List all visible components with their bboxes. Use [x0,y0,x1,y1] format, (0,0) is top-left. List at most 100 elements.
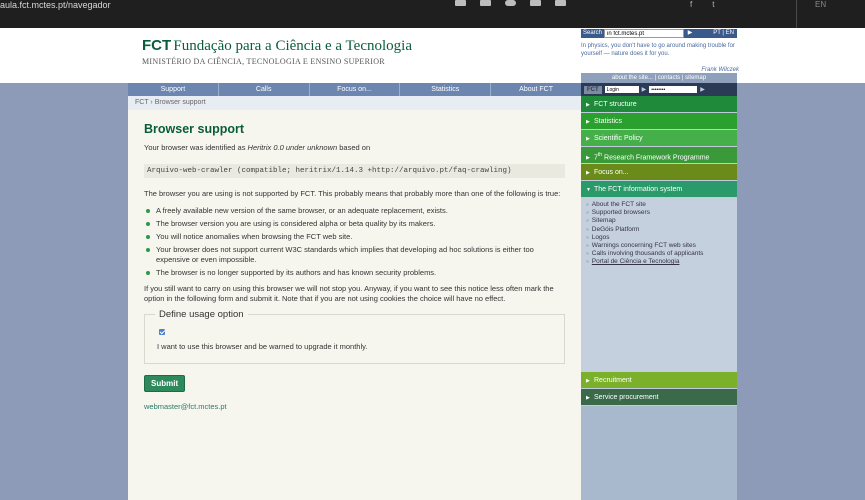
circle-icon[interactable] [505,0,516,6]
page-title: Browser support [144,122,245,136]
sidebar-item-focus-on[interactable]: ▶ Focus on... [581,164,737,181]
unsupported-text: The browser you are using is not support… [144,189,561,198]
submenu-item[interactable]: » Supported browsers [586,209,737,217]
nav-statistics[interactable]: Statistics [400,83,492,96]
carry-on-text: If you still want to carry on using this… [144,284,554,303]
nav-calls[interactable]: Calls [219,83,310,96]
bullet-icon [146,222,150,226]
usage-checkbox[interactable] [159,329,165,335]
bullet-icon: » [586,226,589,233]
submenu-item[interactable]: » Calls involving thousands of applicants [586,250,737,258]
sidebar-toplinks[interactable]: about the site... | contacts | sitemap [581,73,737,83]
sidebar-item-label: FCT structure [594,101,637,108]
bullet-icon: » [586,202,589,208]
sidebar-item-statistics[interactable]: ▶ Statistics [581,113,737,130]
address-bar[interactable]: aula.fct.mctes.pt/navegador [0,0,111,10]
social-icons: f t [690,0,714,9]
nav-focus-on[interactable]: Focus on... [310,83,401,96]
sidebar-item-recruitment[interactable]: ▶ Recruitment [581,372,737,389]
toolbar-divider [796,0,797,28]
logo-name: Fundação para a Ciência e a Tecnologia [173,38,412,54]
breadcrumb[interactable]: FCT › Browser support [128,96,581,110]
sidebar-item-information-system[interactable]: ▼ The FCT information system [581,181,737,198]
webmaster-email-link[interactable]: webmaster@fct.mctes.pt [144,402,565,411]
list-item: Your browser does not support current W3… [144,245,565,265]
bullet-icon [146,271,150,275]
logo-ministry: MINISTÉRIO DA CIÊNCIA, TECNOLOGIA E ENSI… [142,57,385,66]
login-brand: FCT [584,85,602,94]
submenu-label: Supported browsers [591,209,650,217]
triangle-right-icon: ▶ [586,102,590,108]
sidebar-item-label: The FCT information system [594,186,683,193]
twitter-icon[interactable]: t [712,0,714,9]
nav-about-fct[interactable]: About FCT [491,83,581,96]
bookmark-icon[interactable] [555,0,566,6]
submenu-label: Warnings concerning FCT web sites [591,242,696,250]
search-input[interactable] [604,29,685,38]
lang-toggle[interactable]: EN [815,0,826,9]
login-go-icon[interactable]: ▶ [700,86,705,93]
list-item-text: The browser version you are using is con… [156,219,436,228]
sidebar-item-service-procurement[interactable]: ▶ Service procurement [581,389,737,406]
language-links[interactable]: PT | EN [696,29,737,38]
toolbar-icons [455,0,566,8]
list-item: The browser is no longer supported by it… [144,268,565,278]
bullet-icon [146,235,150,239]
submenu-item[interactable]: » DeGóis Platform [586,226,737,234]
mail-icon[interactable] [480,0,491,6]
identified-text: Your browser was identified as Heritrix … [144,143,565,153]
submenu-item[interactable]: » Warnings concerning FCT web sites [586,242,737,250]
search-go-button[interactable]: ▶ [684,29,697,38]
bullet-icon: » [586,210,589,217]
sidebar-item-label: Focus on... [594,169,629,176]
sidebar-item-label: Research Framework Programme [602,154,710,162]
submenu-item[interactable]: » Sitemap [586,217,737,225]
submenu-item[interactable]: » Portal de Ciência e Tecnologia [586,258,737,266]
main-nav: Support Calls Focus on... Statistics Abo… [128,83,581,96]
triangle-right-icon: ▶ [586,170,590,176]
sidebar-item-label: Service procurement [594,394,659,401]
submenu-label: DeGóis Platform [591,225,640,233]
sidebar-item-scientific-policy[interactable]: ▶ Scientific Policy [581,130,737,147]
sidebar-menu: ▶ FCT structure ▶ Statistics ▶ Scientific P… [581,96,737,198]
submenu-item[interactable]: » About the FCT site [586,201,737,209]
submenu-label: Logos [591,233,610,241]
sidebar-item-label: Statistics [594,118,623,125]
login-bar: FCT ▶ ▶ [581,83,737,96]
search-label: Search [581,29,605,38]
login-input[interactable] [604,86,639,93]
list-item-text: The browser is no longer supported by it… [156,268,437,277]
checkbox-label[interactable]: I want to use this browser and be warned… [157,342,367,351]
user-agent-string: Arquivo-web-crawler (compatible; heritri… [144,164,565,178]
submenu-label: About the FCT site [591,201,646,208]
submenu-label: Portal de Ciência e Tecnologia [591,258,680,266]
arrow-icon: ▶ [641,87,647,93]
list-item: A freely available new version of the sa… [144,206,565,216]
site-logo[interactable]: FCT Fundação para a Ciência e a Tecnolog… [142,37,412,66]
submenu-item[interactable]: » Logos [586,234,737,242]
submit-button[interactable]: Submit [144,375,186,392]
triangle-right-icon: ▶ [586,395,590,401]
sidebar-submenu: » About the FCT site » Supported browsers … [581,198,737,278]
bullet-icon [146,209,150,213]
usage-option-fieldset: Define usage option I want to use this b… [144,309,565,364]
facebook-icon[interactable]: f [690,0,692,9]
sidebar-item-fct-structure[interactable]: ▶ FCT structure [581,96,737,113]
list-item: You will notice anomalies when browsing … [144,232,565,242]
submenu-label: Sitemap [591,217,616,225]
list-item-text: You will notice anomalies when browsing … [156,232,353,241]
logo-fct: FCT [142,37,172,54]
sidebar-item-7th-framework[interactable]: ▶ 7th Research Framework Programme [581,147,737,164]
submenu-label: Calls involving thousands of applicants [591,250,704,258]
triangle-right-icon: ▶ [586,119,590,125]
password-input[interactable] [649,86,698,93]
sidebar-spacer [581,278,737,372]
triangle-right-icon: ▶ [586,378,590,384]
triangle-right-icon: ▶ [586,136,590,142]
main-content: Browser support Your browser was identif… [128,110,581,500]
nav-support[interactable]: Support [128,83,219,96]
print-icon[interactable] [455,0,466,6]
share-icon[interactable] [530,0,541,6]
list-item-text: Your browser does not support current W3… [156,245,534,264]
sidebar-item-label: Scientific Policy [594,135,643,142]
